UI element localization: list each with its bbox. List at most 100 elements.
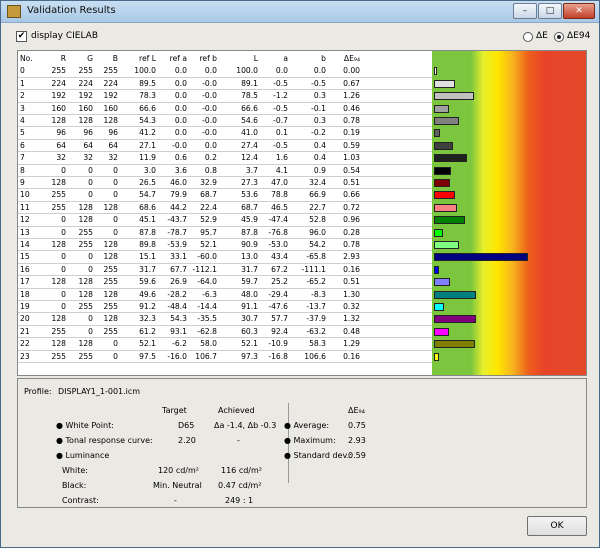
table-cell: 224	[51, 78, 67, 88]
table-row: 9 128 0 0 26.5 46.0 32.9 27.3 47.0 32.4 0.51	[18, 177, 451, 190]
table-cell: 32	[108, 153, 118, 163]
delta-e-bar	[434, 141, 453, 150]
table-cell: 27.1	[139, 140, 156, 150]
delta-e-bar	[434, 315, 477, 324]
table-cell: -0.5	[311, 78, 326, 88]
table-cell: 0.0	[174, 128, 187, 138]
table-cell: 128	[103, 202, 119, 212]
table-cell: 128	[51, 314, 67, 324]
table-cell: 0	[61, 227, 66, 237]
table-cell: 0.59	[343, 140, 360, 150]
display-cielab-checkbox[interactable]: ✔	[16, 31, 27, 42]
table-cell: 0.0	[174, 91, 187, 101]
table-cell: 13.0	[241, 252, 258, 262]
table-cell: -35.5	[197, 314, 217, 324]
table-cell: 33.1	[170, 252, 187, 262]
table-cell: -0.0	[202, 91, 217, 101]
delta-e-bar	[434, 340, 476, 349]
table-cell: -65.2	[306, 277, 326, 287]
table-cell: 128	[51, 277, 67, 287]
table-cell: 31.7	[139, 264, 156, 274]
table-cell: -8.3	[311, 289, 326, 299]
table-cell: 106.7	[195, 351, 217, 361]
average-value: 0.75	[348, 421, 366, 430]
table-cell: -76.8	[268, 227, 288, 237]
ok-button[interactable]: OK	[527, 516, 587, 536]
table-cell: 46.5	[271, 202, 288, 212]
column-header: b	[321, 54, 326, 63]
table-cell: 58.0	[200, 339, 217, 349]
table-cell: -16.0	[167, 351, 187, 361]
table-row: 22 128 128 0 52.1 -6.2 58.0 52.1 -10.9 58.3 1.29	[18, 338, 476, 351]
table-cell: 89.5	[139, 78, 156, 88]
table-cell: 0.51	[343, 178, 360, 187]
table-cell: 255	[78, 227, 94, 237]
column-header: L	[253, 54, 258, 63]
table-cell: 67.7	[170, 264, 187, 274]
table-cell: 1.6	[275, 153, 288, 163]
table-cell: -0.2	[311, 128, 326, 138]
table-cell: 52.1	[200, 240, 217, 249]
table-cell: 32	[56, 153, 66, 163]
table-cell: 0	[113, 351, 118, 361]
table-row: 7 32 32 32 11.9 0.6 0.2 12.4 1.6 0.4 1.03	[18, 152, 467, 165]
table-cell: 128	[103, 314, 119, 324]
table-cell: 2.93	[343, 252, 360, 262]
delta-e-bar	[434, 327, 450, 336]
radio-delta-e94[interactable]	[554, 32, 564, 42]
table-cell: 25.2	[271, 277, 288, 287]
table-cell: 60.3	[241, 326, 258, 336]
radio-delta-e[interactable]	[523, 32, 533, 42]
table-cell: 1.26	[343, 91, 360, 101]
window-title: Validation Results	[27, 5, 116, 16]
profile-value: DISPLAY1_1-001.icm	[58, 387, 141, 396]
table-row: 23 255 255 0 97.5 -16.0 106.7 97.3 -16.8 106.6 0.1…	[18, 351, 440, 363]
delta-e-bar	[434, 67, 437, 76]
table-cell: 0.3	[313, 91, 326, 101]
table-cell: 47.0	[271, 178, 288, 187]
table-cell: 1.29	[343, 339, 360, 349]
table-cell: 255	[51, 190, 67, 200]
table-cell: -62.8	[197, 326, 217, 336]
table-cell: 68.7	[241, 202, 258, 212]
delta-e-bar	[434, 191, 456, 200]
table-cell: 128	[103, 252, 119, 262]
black-luminance-label: Black:	[62, 481, 87, 490]
table-cell: 52.8	[309, 215, 326, 225]
table-cell: 128	[78, 116, 94, 125]
close-button[interactable]: ✕	[563, 3, 595, 19]
table-cell: -47.6	[268, 302, 288, 311]
contrast-target: -	[174, 496, 177, 505]
radio-delta-e-label[interactable]: ΔE	[536, 31, 548, 41]
delta-e-bar	[434, 117, 459, 125]
table-cell: 255	[103, 66, 119, 76]
target-header: Target	[162, 406, 187, 415]
validation-window: Validation Results – □ ✕ ✔ display CIELA…	[0, 0, 600, 548]
table-cell: 0.16	[343, 264, 360, 274]
table-cell: 0.72	[343, 202, 360, 212]
maximize-button[interactable]: □	[538, 3, 562, 19]
table-cell: 224	[78, 78, 94, 88]
display-cielab-label[interactable]: display CIELAB	[31, 31, 98, 41]
table-cell: 46.0	[170, 178, 187, 187]
table-cell: -0.0	[172, 140, 187, 150]
minimize-button[interactable]: –	[513, 3, 537, 19]
table-cell: 54.3	[170, 314, 187, 324]
table-cell: 0.96	[343, 215, 360, 225]
table-cell: 100.0	[134, 66, 156, 76]
table-cell: 0	[88, 190, 93, 200]
table-cell: 0	[61, 215, 66, 225]
radio-delta-e94-label[interactable]: ΔE94	[567, 31, 590, 41]
table-cell: 255	[78, 240, 94, 249]
table-header-row: No. R G Bref L ref a ref b La b ΔE₉₄	[18, 53, 432, 65]
results-table: No. R G Bref Lref a ref b La b ΔE₉₄ 0 255 255 255 10…	[17, 50, 587, 376]
table-cell: -112.1	[192, 264, 217, 274]
table-cell: 128	[103, 289, 119, 299]
delta-e-bar	[434, 352, 440, 361]
title-bar: Validation Results – □ ✕	[1, 1, 599, 23]
table-cell: 1.32	[343, 314, 360, 324]
table-cell: 17	[20, 277, 30, 287]
table-cell: 160	[103, 103, 119, 113]
table-cell: 26.9	[170, 277, 187, 287]
table-cell: 10	[20, 190, 30, 200]
